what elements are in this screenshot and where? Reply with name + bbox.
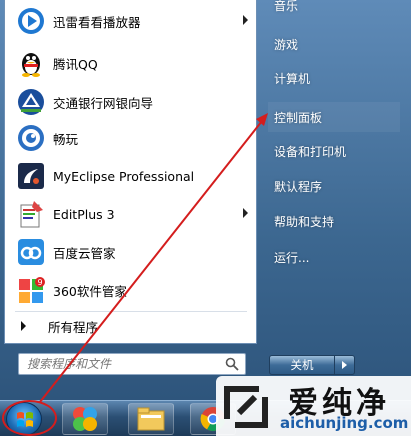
chevron-right-icon <box>342 361 347 369</box>
program-item-360-software[interactable]: 9 360软件管家 <box>5 271 256 309</box>
program-label: 畅玩 <box>53 131 79 147</box>
program-item-qq[interactable]: 腾讯QQ <box>5 44 256 82</box>
start-menu: 迅雷看看播放器 腾讯QQ 交通银行网银向导 畅玩 MyEclipse Profe… <box>0 0 411 400</box>
qq-penguin-icon <box>15 47 47 79</box>
taskbar-360-browser[interactable] <box>62 403 108 435</box>
right-item-run[interactable]: 运行... <box>268 242 400 272</box>
taskbar-file-explorer[interactable] <box>128 403 174 435</box>
program-label: 百度云管家 <box>53 245 116 261</box>
shutdown-group: 关机 <box>269 355 355 375</box>
programs-pane: 迅雷看看播放器 腾讯QQ 交通银行网银向导 畅玩 MyEclipse Profe… <box>4 0 257 344</box>
annotation-circle <box>2 400 57 436</box>
program-label: MyEclipse Professional <box>53 168 195 184</box>
search-icon[interactable] <box>225 357 239 371</box>
xunlei-kankan-icon <box>15 5 47 37</box>
program-item-bocom[interactable]: 交通银行网银向导 <box>5 83 256 121</box>
right-item-label: 音乐 <box>274 0 299 13</box>
editplus-icon <box>15 198 47 230</box>
right-item-label: 运行... <box>274 250 310 265</box>
baidu-cloud-icon <box>15 236 47 268</box>
program-item-xunlei[interactable]: 迅雷看看播放器 <box>5 2 256 40</box>
search-input[interactable] <box>27 357 217 371</box>
right-item-label: 控制面板 <box>274 110 323 125</box>
program-item-baidu-cloud[interactable]: 百度云管家 <box>5 233 256 271</box>
submenu-arrow-icon <box>243 15 248 25</box>
program-item-editplus[interactable]: EditPlus 3 <box>5 195 256 233</box>
program-label: 迅雷看看播放器 <box>53 14 141 30</box>
all-programs-label: 所有程序 <box>48 319 99 335</box>
program-label: 360软件管家 <box>53 283 127 299</box>
changwan-icon <box>15 122 47 154</box>
right-item-label: 计算机 <box>274 71 311 86</box>
separator <box>15 311 247 312</box>
search-box[interactable] <box>18 353 246 375</box>
right-item-devices-printers[interactable]: 设备和打印机 <box>268 136 400 166</box>
right-item-default-programs[interactable]: 默认程序 <box>268 171 400 201</box>
myeclipse-icon <box>15 160 47 192</box>
program-item-myeclipse[interactable]: MyEclipse Professional <box>5 157 256 195</box>
shutdown-options-button[interactable] <box>335 355 355 375</box>
right-item-label: 默认程序 <box>274 179 323 194</box>
360-software-icon: 9 <box>15 274 47 306</box>
submenu-arrow-icon <box>243 208 248 218</box>
right-item-help-support[interactable]: 帮助和支持 <box>268 206 400 236</box>
right-item-label: 设备和打印机 <box>274 144 347 159</box>
right-item-label: 游戏 <box>274 37 299 52</box>
360-browser-icon <box>73 407 97 431</box>
aichunjing-logo-icon <box>224 386 268 428</box>
program-label: 腾讯QQ <box>53 56 98 72</box>
program-item-changwan[interactable]: 畅玩 <box>5 119 256 157</box>
right-item-games[interactable]: 游戏 <box>268 29 400 59</box>
shutdown-button[interactable]: 关机 <box>269 355 335 375</box>
program-label: 交通银行网银向导 <box>53 95 154 111</box>
right-item-control-panel[interactable]: 控制面板 <box>268 102 400 132</box>
program-label: EditPlus 3 <box>53 206 115 222</box>
expand-arrow-icon <box>21 321 26 331</box>
right-item-label: 帮助和支持 <box>274 214 335 229</box>
all-programs-button[interactable]: 所有程序 <box>5 314 256 338</box>
watermark-url: aichunjing.com <box>280 414 409 432</box>
bocom-bank-icon <box>15 86 47 118</box>
file-explorer-icon <box>137 407 165 431</box>
svg-text:9: 9 <box>37 278 42 287</box>
right-item-music[interactable]: 音乐 <box>268 0 400 20</box>
right-item-computer[interactable]: 计算机 <box>268 63 400 93</box>
